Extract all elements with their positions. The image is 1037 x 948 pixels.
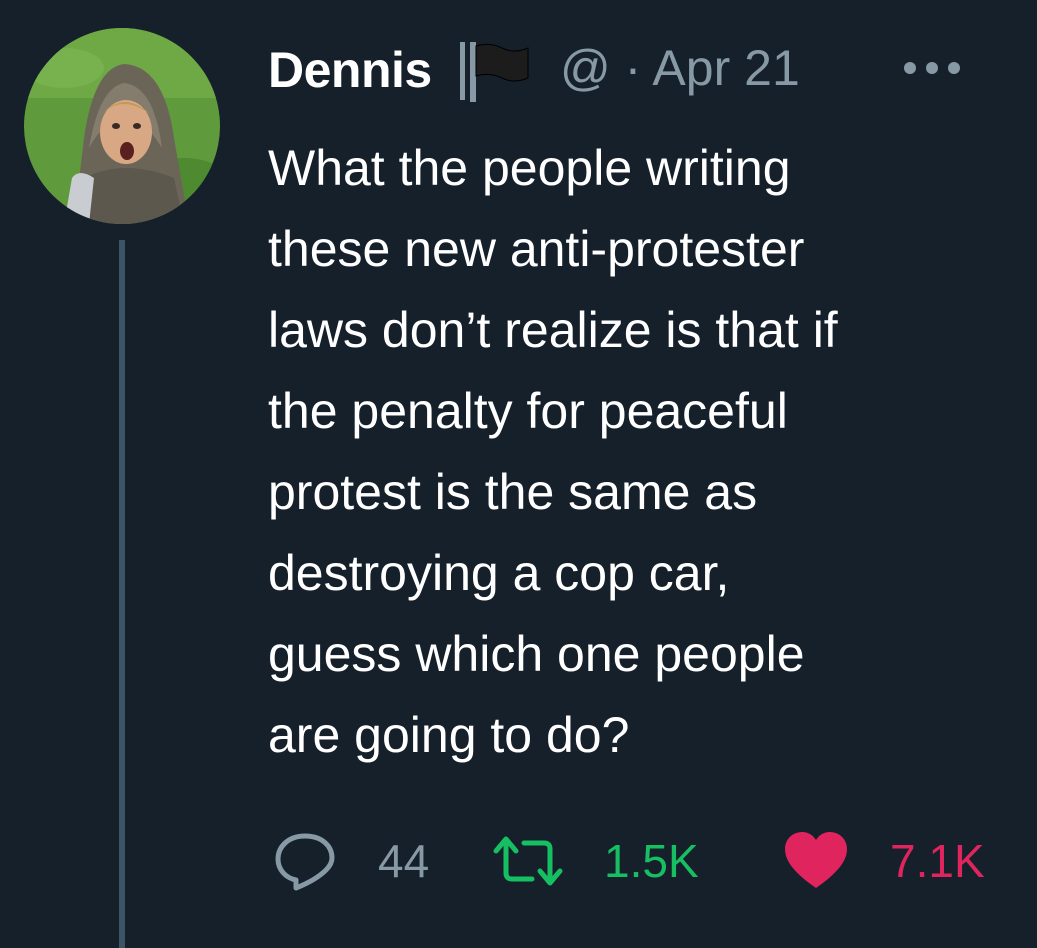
thread-line bbox=[119, 240, 125, 948]
tweet-text-line: protest is the same as bbox=[268, 464, 758, 520]
retweet-button[interactable]: 1.5K bbox=[492, 826, 699, 896]
black-flag-icon bbox=[470, 42, 529, 102]
heart-icon bbox=[785, 832, 847, 888]
retweet-arrows-icon bbox=[493, 836, 563, 886]
tweet-text-line: destroying a cop car, bbox=[268, 545, 730, 601]
tweet[interactable]: Dennis @ · Apr 21 What the people writin… bbox=[0, 0, 1037, 948]
like-button[interactable]: 7.1K bbox=[782, 826, 985, 896]
text-cursor bbox=[460, 42, 465, 100]
reply-button[interactable]: 44 bbox=[272, 826, 429, 896]
tweet-text: What the people writing these new anti-p… bbox=[268, 128, 1008, 776]
tweet-text-line: What the people writing bbox=[268, 140, 791, 196]
avatar-image bbox=[24, 28, 220, 224]
reply-count: 44 bbox=[378, 835, 430, 887]
handle-and-date[interactable]: @ · Apr 21 bbox=[560, 38, 800, 98]
tweet-text-line: laws don’t realize is that if bbox=[268, 302, 838, 358]
tweet-text-line: these new anti-protester bbox=[268, 221, 805, 277]
display-name[interactable]: Dennis bbox=[268, 40, 432, 100]
retweet-count: 1.5K bbox=[604, 835, 699, 887]
avatar[interactable] bbox=[24, 28, 220, 224]
tweet-actions: 44 1.5K 7.1K bbox=[268, 826, 1028, 896]
ellipsis-icon[interactable] bbox=[902, 60, 962, 76]
tweet-text-line: guess which one people bbox=[268, 626, 805, 682]
like-count: 7.1K bbox=[890, 835, 985, 887]
tweet-text-line: are going to do? bbox=[268, 707, 630, 763]
speech-bubble-icon bbox=[275, 833, 335, 891]
tweet-text-line: the penalty for peaceful bbox=[268, 383, 788, 439]
tweet-header: Dennis @ · Apr 21 bbox=[268, 36, 968, 102]
